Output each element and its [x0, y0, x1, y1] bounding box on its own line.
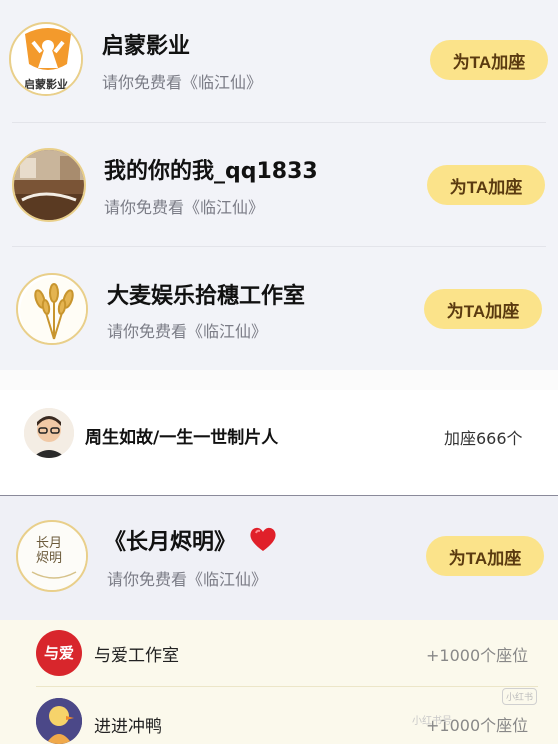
seat-list-name: 与爱工作室 [94, 646, 179, 666]
yuai-logo-icon[interactable]: 与爱 [36, 630, 82, 676]
row-title: 《长月烬明》 [104, 530, 237, 555]
row-subtitle: 请你免费看《临江仙》 [107, 570, 268, 589]
sponsor-name: 周生如故/一生一世制片人 [85, 428, 279, 448]
watermark-badge: 小红书 [502, 688, 538, 705]
qimeng-logo-icon[interactable]: 启蒙影业 [9, 22, 83, 96]
sponsor-item: 周生如故/一生一世制片人 加座666个 [0, 390, 558, 460]
heart-icon [250, 527, 276, 551]
seat-list-item: 进进冲鸭 +1000个座位 [0, 686, 558, 744]
changyue-logo-icon[interactable]: 长月烬明 [16, 520, 88, 592]
row-subtitle: 请你免费看《临江仙》 [107, 322, 268, 341]
row-title: 大麦娱乐拾穗工作室 [107, 284, 306, 309]
list-panel-gap [0, 370, 558, 390]
list-item: 长月烬明 《长月烬明》 请你免费看《临江仙》 为TA加座 [0, 496, 558, 620]
list-item: 大麦娱乐拾穗工作室 请你免费看《临江仙》 为TA加座 [0, 247, 558, 370]
row-title: 启蒙影业 [102, 34, 191, 59]
add-seat-button[interactable]: 为TA加座 [430, 40, 548, 80]
add-seat-button[interactable]: 为TA加座 [424, 289, 542, 329]
add-seat-button[interactable]: 为TA加座 [427, 165, 545, 205]
add-seat-button[interactable]: 为TA加座 [426, 536, 544, 576]
seat-list-item: 与爱 与爱工作室 +1000个座位 [0, 620, 558, 687]
row-subtitle: 请你免费看《临江仙》 [102, 73, 263, 92]
seat-list-count: +1000个座位 [426, 646, 529, 665]
producer-avatar-icon[interactable] [24, 408, 74, 458]
avatar-caption: 与爱 [43, 644, 74, 662]
list-item: 我的你的我_qq1833 请你免费看《临江仙》 为TA加座 [0, 123, 558, 247]
seat-list-name: 进进冲鸭 [94, 717, 162, 737]
watermark-text: 小红书号 [412, 716, 452, 727]
user-photo-icon[interactable] [12, 148, 86, 222]
list-item: 启蒙影业 启蒙影业 请你免费看《临江仙》 为TA加座 [0, 0, 558, 123]
duck-avatar-icon[interactable] [36, 698, 82, 744]
row-title: 我的你的我_qq1833 [104, 159, 318, 184]
wheat-icon[interactable] [16, 273, 88, 345]
sponsor-seat-count: 加座666个 [444, 429, 523, 448]
spacer [0, 460, 558, 496]
avatar-caption: 长月烬明 [36, 536, 63, 566]
row-subtitle: 请你免费看《临江仙》 [104, 198, 265, 217]
avatar-caption: 启蒙影业 [24, 78, 68, 91]
